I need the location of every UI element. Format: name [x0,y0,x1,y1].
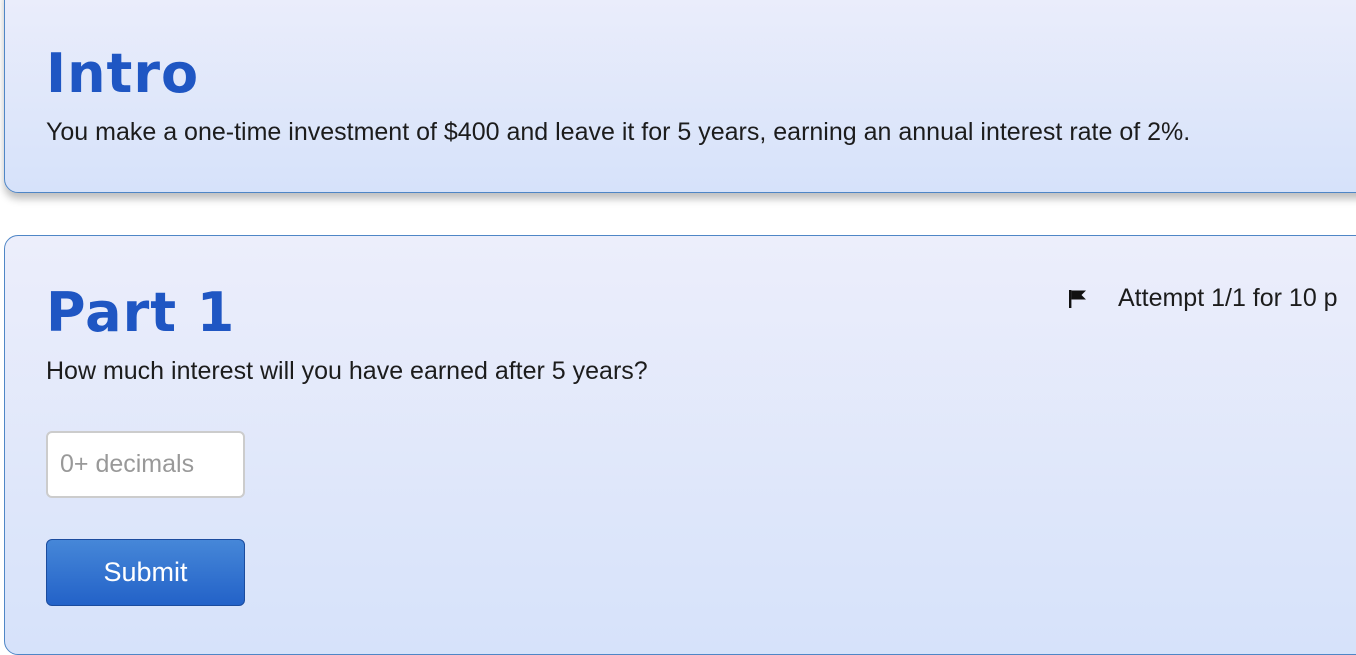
submit-button[interactable]: Submit [46,539,245,606]
answer-input[interactable] [46,431,245,498]
attempt-label: Attempt 1/1 for 10 p [1118,284,1338,312]
intro-panel: Intro You make a one-time investment of … [4,0,1356,193]
question-text: How much interest will you have earned a… [46,357,648,385]
intro-title: Intro [46,42,200,105]
part-1-panel: Part 1 Attempt 1/1 for 10 p How much int… [4,235,1356,655]
intro-text: You make a one-time investment of $400 a… [46,118,1191,146]
attempt-info: Attempt 1/1 for 10 p [1068,284,1338,313]
part-title: Part 1 [46,281,236,344]
flag-icon[interactable] [1068,289,1088,309]
